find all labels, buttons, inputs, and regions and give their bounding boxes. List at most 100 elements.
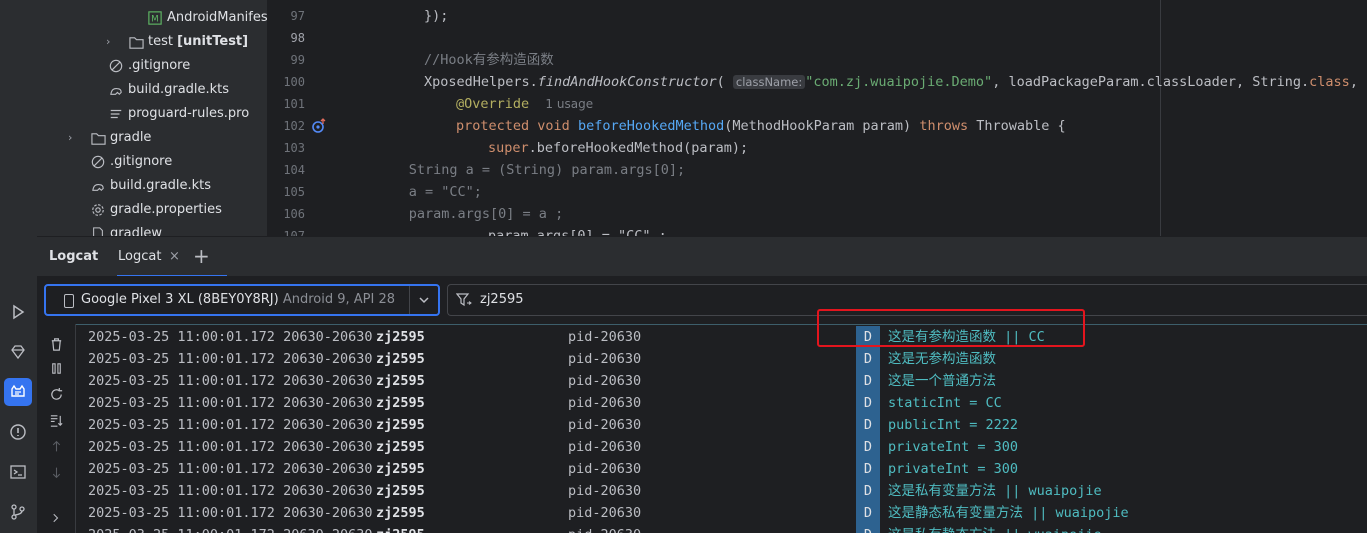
code-line: protected void beforeHookedMethod(Method… bbox=[456, 115, 1066, 137]
tree-item-gradle-properties[interactable]: gradle.properties bbox=[90, 198, 222, 222]
problems-icon[interactable] bbox=[4, 418, 32, 446]
usage-hint[interactable]: 1 usage bbox=[545, 97, 593, 111]
tree-item-build-gradle[interactable]: build.gradle.kts bbox=[108, 78, 229, 102]
code-text: , ne bbox=[1349, 74, 1367, 90]
log-level-badge: D bbox=[856, 458, 880, 480]
log-message: 这是无参构造函数 bbox=[888, 351, 996, 367]
log-process: pid-20630 bbox=[568, 395, 642, 411]
trash-icon[interactable] bbox=[48, 336, 64, 352]
log-process: pid-20630 bbox=[568, 505, 642, 521]
add-tab-button[interactable]: + bbox=[193, 237, 210, 275]
log-timestamp: 2025-03-25 11:00:01.172 20630-20630 bbox=[88, 395, 373, 411]
tree-item-suffix: [unitTest] bbox=[177, 34, 249, 49]
tree-item-gradle-folder[interactable]: › gradle bbox=[68, 126, 151, 150]
tree-item-android-manifest[interactable]: M AndroidManifest.: bbox=[147, 6, 267, 30]
code-editor[interactable]: }); //Hook有参构造函数 XposedHelpers.findAndHo… bbox=[380, 0, 1367, 236]
log-row[interactable]: 2025-03-25 11:00:01.172 20630-20630zj259… bbox=[76, 392, 1367, 414]
code-line: //Hook有参构造函数 bbox=[424, 49, 554, 71]
logcat-icon[interactable] bbox=[4, 378, 32, 406]
code-line: // a = "CC"; bbox=[380, 181, 482, 203]
log-timestamp: 2025-03-25 11:00:01.172 20630-20630 bbox=[88, 461, 373, 477]
arrow-up-icon[interactable] bbox=[48, 438, 64, 454]
tree-item-label: .gitignore bbox=[110, 154, 173, 169]
log-tag: zj2595 bbox=[376, 524, 425, 533]
log-row[interactable]: 2025-03-25 11:00:01.172 20630-20630zj259… bbox=[76, 502, 1367, 524]
tree-item-proguard[interactable]: proguard-rules.pro bbox=[108, 102, 249, 126]
right-margin-guide bbox=[1160, 0, 1161, 236]
logcat-panel-title: Logcat bbox=[49, 249, 99, 264]
filter-icon[interactable] bbox=[455, 292, 472, 312]
restart-icon[interactable] bbox=[48, 386, 64, 402]
log-timestamp: 2025-03-25 11:00:01.172 20630-20630 bbox=[88, 417, 373, 433]
terminal-icon[interactable] bbox=[4, 458, 32, 486]
log-level-badge: D bbox=[856, 502, 880, 524]
chevron-down-icon[interactable] bbox=[409, 286, 438, 314]
log-tag: zj2595 bbox=[376, 417, 425, 433]
close-icon[interactable]: × bbox=[169, 237, 180, 277]
log-message: staticInt = CC bbox=[888, 395, 1002, 411]
logcat-output[interactable]: 2025-03-25 11:00:01.172 20630-20630 zj259… bbox=[75, 324, 1367, 533]
parameter-hint: className: bbox=[732, 75, 806, 89]
git-branch-icon[interactable] bbox=[4, 498, 32, 526]
code-keyword: protected void bbox=[456, 118, 570, 134]
code-line: super.beforeHookedMethod(param); bbox=[488, 137, 748, 159]
log-process: pid-20630 bbox=[568, 461, 642, 477]
pause-icon[interactable] bbox=[48, 360, 64, 376]
tree-item-test[interactable]: › test [unitTest] bbox=[106, 30, 249, 54]
log-row[interactable]: 2025-03-25 11:00:01.172 20630-20630zj259… bbox=[76, 414, 1367, 436]
gem-icon[interactable] bbox=[4, 338, 32, 366]
log-tag: zj2595 bbox=[376, 505, 425, 521]
arrow-down-icon[interactable] bbox=[48, 464, 64, 480]
log-timestamp: 2025-03-25 11:00:01.172 20630-20630 bbox=[88, 329, 373, 345]
logcat-tab-bar: Logcat Logcat × + bbox=[37, 236, 1367, 277]
log-message: privateInt = 300 bbox=[888, 439, 1019, 455]
log-process: pid-20630 bbox=[568, 373, 642, 389]
code-text: }); bbox=[424, 8, 449, 24]
tree-item-label: AndroidManifest.: bbox=[167, 10, 267, 25]
log-level-badge: D bbox=[856, 436, 880, 458]
log-row[interactable]: 2025-03-25 11:00:01.172 20630-20630 zj259… bbox=[76, 524, 1367, 533]
code-method: findAndHookConstructor bbox=[537, 74, 717, 90]
log-process: pid-20630 bbox=[568, 417, 642, 433]
tree-item-gitignore[interactable]: .gitignore bbox=[108, 54, 190, 78]
tab-logcat[interactable]: Logcat × bbox=[117, 237, 227, 277]
line-number: 103 bbox=[283, 141, 305, 155]
log-row[interactable]: 2025-03-25 11:00:01.172 20630-20630zj259… bbox=[76, 370, 1367, 392]
tree-item-label: gradle.properties bbox=[110, 202, 222, 217]
scroll-to-end-icon[interactable] bbox=[48, 412, 64, 428]
log-row[interactable]: 2025-03-25 11:00:01.172 20630-20630zj259… bbox=[76, 348, 1367, 370]
code-keyword: throws bbox=[919, 118, 969, 134]
log-row[interactable]: 2025-03-25 11:00:01.172 20630-20630zj259… bbox=[76, 480, 1367, 502]
tree-item-build-gradle-root[interactable]: build.gradle.kts bbox=[90, 174, 211, 198]
log-timestamp: 2025-03-25 11:00:01.172 20630-20630 bbox=[88, 351, 373, 367]
log-level-badge: D bbox=[856, 480, 880, 502]
chevron-right-icon[interactable] bbox=[48, 510, 64, 526]
chevron-right-icon[interactable]: › bbox=[106, 30, 118, 54]
text-file-icon bbox=[108, 106, 124, 122]
run-icon[interactable] bbox=[4, 298, 32, 326]
log-tag: zj2595 bbox=[376, 439, 425, 455]
log-timestamp: 2025-03-25 11:00:01.172 20630-20630 bbox=[88, 524, 372, 533]
code-line: }); bbox=[424, 5, 448, 27]
log-message: privateInt = 300 bbox=[888, 461, 1019, 477]
gradle-icon bbox=[90, 178, 106, 194]
device-selector[interactable]: Google Pixel 3 XL (8BEY0Y8RJ) Android 9,… bbox=[44, 284, 440, 316]
tree-item-gradlew[interactable]: gradlew bbox=[90, 222, 162, 236]
override-gutter-icon[interactable] bbox=[311, 118, 327, 134]
tree-item-label: .gitignore bbox=[128, 58, 191, 73]
code-text: param.args[0] = "CC" ; bbox=[488, 228, 667, 236]
log-row[interactable]: 2025-03-25 11:00:01.172 20630-20630zj259… bbox=[76, 436, 1367, 458]
log-row[interactable]: 2025-03-25 11:00:01.172 20630-20630zj259… bbox=[76, 458, 1367, 480]
tree-item-label: test bbox=[148, 34, 173, 49]
chevron-right-icon[interactable]: › bbox=[68, 126, 80, 150]
log-row[interactable]: 2025-03-25 11:00:01.172 20630-20630zj259… bbox=[76, 326, 1367, 348]
project-tree: M AndroidManifest.: › test [unitTest] .g… bbox=[37, 0, 267, 236]
ignore-icon bbox=[90, 154, 106, 170]
log-message: 这是一个普通方法 bbox=[888, 373, 996, 389]
divider bbox=[76, 324, 1367, 325]
log-message: 这是私有变量方法 || wuaipojie bbox=[888, 483, 1102, 499]
code-method: beforeHookedMethod bbox=[577, 118, 725, 134]
tree-item-label: proguard-rules.pro bbox=[128, 106, 250, 121]
log-process: pid-20630 bbox=[568, 329, 642, 345]
tree-item-gitignore-root[interactable]: .gitignore bbox=[90, 150, 172, 174]
